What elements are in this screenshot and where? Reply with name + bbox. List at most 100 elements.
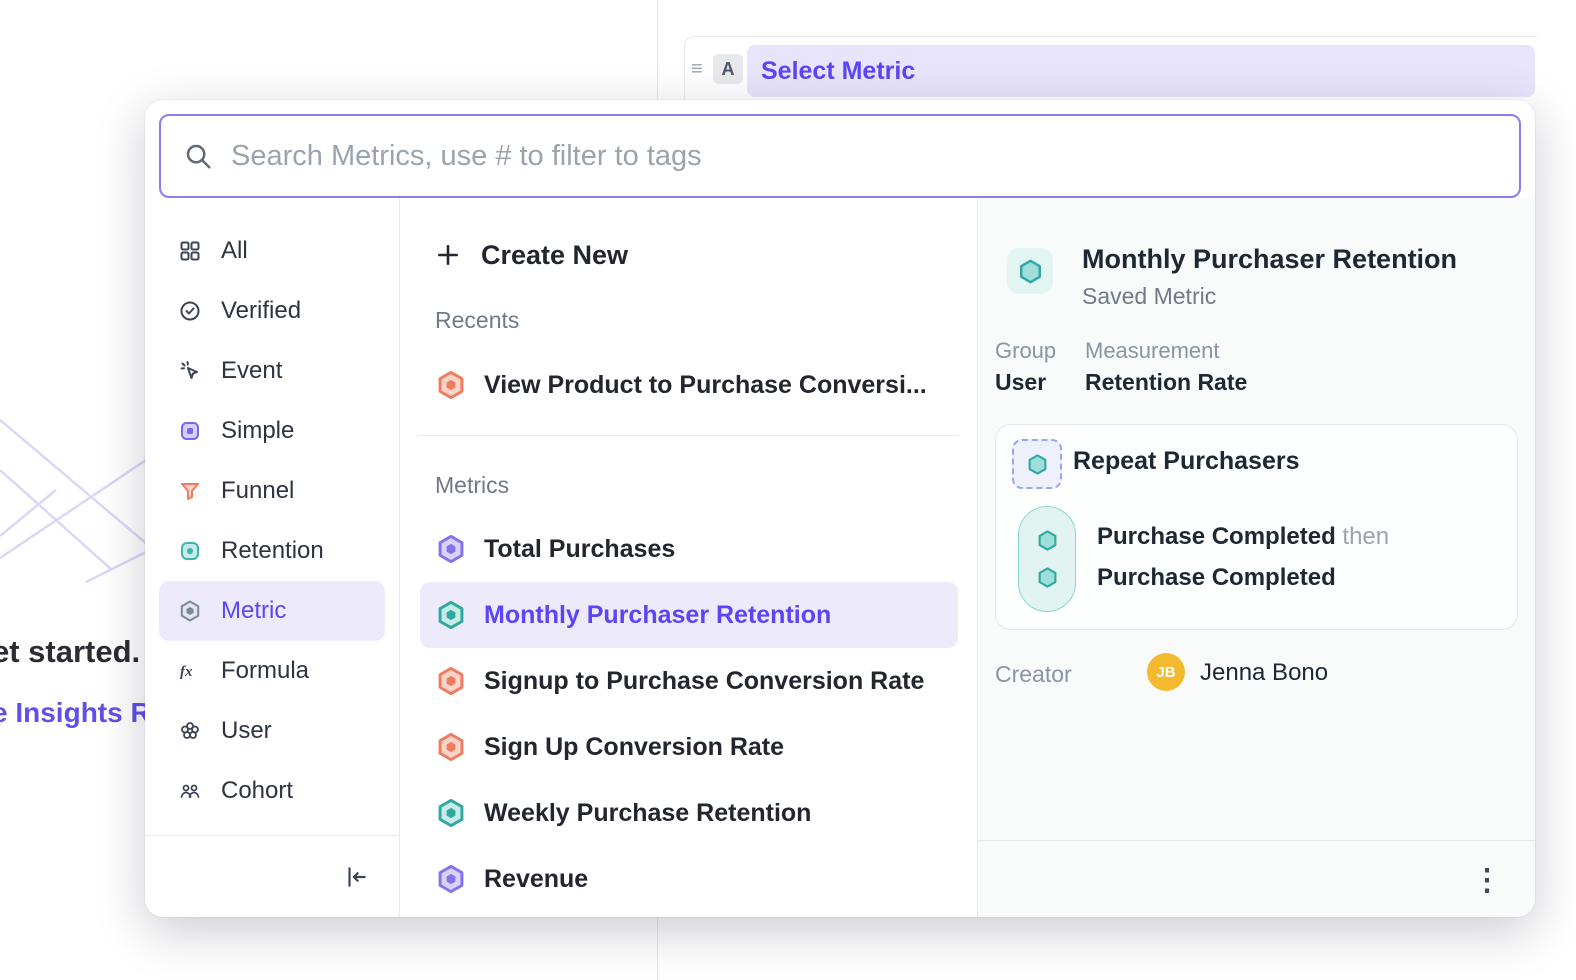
step-2-event: Purchase Completed: [1097, 564, 1336, 591]
metric-item-monthly-purchaser-retention[interactable]: Monthly Purchaser Retention: [420, 582, 958, 648]
preview-footer: ⋮: [978, 840, 1535, 917]
list-divider: [418, 435, 959, 436]
creator-name: Jenna Bono: [1200, 658, 1328, 688]
group-label: Group: [995, 338, 1056, 364]
metric-preview-panel: Monthly Purchaser Retention Saved Metric…: [978, 198, 1535, 917]
user-flower-icon: [177, 718, 203, 744]
cohort-people-icon: [177, 778, 203, 804]
create-new-label: Create New: [481, 240, 628, 271]
retention-metric-hexagon-icon: [435, 797, 467, 829]
sidebar-item-label: Cohort: [221, 777, 293, 805]
funnel-metric-hexagon-icon: [435, 665, 467, 697]
retention-metric-hexagon-icon: [1007, 248, 1053, 294]
sidebar-footer: [145, 835, 399, 917]
sidebar-item-label: Retention: [221, 537, 324, 565]
filter-list: All Verified Event: [145, 221, 399, 821]
sidebar-item-user[interactable]: User: [159, 701, 385, 761]
metric-item-label: Sign Up Conversion Rate: [484, 733, 784, 762]
event-hexagon-icon: [1036, 566, 1059, 589]
metric-item-revenue[interactable]: Revenue: [420, 846, 958, 912]
metric-row-panel: ≡ A Select Metric: [684, 36, 1537, 100]
sidebar-item-simple[interactable]: Simple: [159, 401, 385, 461]
sidebar-item-verified[interactable]: Verified: [159, 281, 385, 341]
sidebar-item-label: User: [221, 717, 272, 745]
event-icon: [177, 358, 203, 384]
background-heading-text: et started.: [0, 634, 140, 670]
sidebar-item-label: Metric: [221, 597, 286, 625]
metric-item-label: Signup to Purchase Conversion Rate: [484, 667, 924, 696]
definition-title: Repeat Purchasers: [1073, 445, 1300, 477]
sidebar-item-label: Event: [221, 357, 282, 385]
search-bar: [159, 114, 1521, 198]
sidebar-item-cohort[interactable]: Cohort: [159, 761, 385, 821]
event-sequence-pill: [1018, 506, 1076, 612]
collapse-left-icon[interactable]: [339, 860, 373, 894]
metric-item-label: Total Purchases: [484, 535, 675, 564]
preview-subtitle: Saved Metric: [1082, 282, 1216, 310]
sidebar-item-label: All: [221, 237, 248, 265]
row-letter-badge: A: [713, 54, 743, 84]
cohort-hexagon-icon: [1012, 439, 1062, 489]
sidebar-item-formula[interactable]: fx Formula: [159, 641, 385, 701]
recent-item[interactable]: View Product to Purchase Conversi...: [420, 354, 958, 416]
sidebar-item-event[interactable]: Event: [159, 341, 385, 401]
simple-metric-hexagon-icon: [435, 533, 467, 565]
simple-icon: [177, 418, 203, 444]
create-new-button[interactable]: Create New: [435, 232, 628, 278]
retention-icon: [177, 538, 203, 564]
step-1-connector: then: [1342, 523, 1389, 550]
sidebar-item-label: Verified: [221, 297, 301, 325]
plus-icon: [435, 242, 461, 268]
filter-sidebar: All Verified Event: [145, 198, 400, 917]
metrics-header: Metrics: [435, 470, 509, 500]
search-input[interactable]: [231, 140, 1497, 173]
metric-item-label: Revenue: [484, 865, 588, 894]
sidebar-item-all[interactable]: All: [159, 221, 385, 281]
metric-definition-card: Repeat Purchasers Purchase Completed the…: [995, 424, 1518, 630]
step-1-event: Purchase Completed: [1097, 523, 1336, 550]
metric-picker-modal: All Verified Event: [145, 100, 1535, 917]
search-icon: [183, 141, 213, 171]
select-metric-button[interactable]: Select Metric: [747, 45, 1535, 97]
formula-icon: fx: [177, 658, 203, 684]
event-hexagon-icon: [1036, 529, 1059, 552]
measurement-value: Retention Rate: [1085, 368, 1247, 396]
sidebar-item-funnel[interactable]: Funnel: [159, 461, 385, 521]
metric-item-weekly-purchase-retention[interactable]: Weekly Purchase Retention: [420, 780, 958, 846]
simple-metric-hexagon-icon: [435, 863, 467, 895]
verified-icon: [177, 298, 203, 324]
retention-metric-hexagon-icon: [435, 599, 467, 631]
metric-item-total-purchases[interactable]: Total Purchases: [420, 516, 958, 582]
metric-item-label: Monthly Purchaser Retention: [484, 601, 831, 630]
kebab-menu-icon[interactable]: ⋮: [1469, 861, 1505, 899]
background-link-text[interactable]: e Insights Re: [0, 697, 166, 729]
recent-item-label: View Product to Purchase Conversi...: [484, 371, 927, 400]
svg-text:fx: fx: [180, 664, 193, 680]
sidebar-item-label: Funnel: [221, 477, 294, 505]
metric-item-label: Weekly Purchase Retention: [484, 799, 811, 828]
group-value: User: [995, 368, 1046, 396]
grid-icon: [177, 238, 203, 264]
creator-label: Creator: [995, 660, 1072, 688]
measurement-label: Measurement: [1085, 338, 1220, 364]
metric-list-column: Create New Recents View Product to Purch…: [400, 198, 978, 917]
metric-hexagon-icon: [177, 598, 203, 624]
select-metric-label: Select Metric: [761, 57, 915, 86]
sidebar-item-retention[interactable]: Retention: [159, 521, 385, 581]
sidebar-item-label: Simple: [221, 417, 294, 445]
recents-header: Recents: [435, 305, 519, 335]
metric-item-signup-to-purchase-conversion-rate[interactable]: Signup to Purchase Conversion Rate: [420, 648, 958, 714]
definition-step-1: Purchase Completed then: [1097, 522, 1389, 552]
sidebar-item-label: Formula: [221, 657, 309, 685]
funnel-metric-hexagon-icon: [435, 731, 467, 763]
metric-item-sign-up-conversion-rate[interactable]: Sign Up Conversion Rate: [420, 714, 958, 780]
metric-list: Total Purchases Monthly Purchaser Retent…: [420, 516, 958, 912]
avatar: JB: [1147, 653, 1185, 691]
funnel-icon: [177, 478, 203, 504]
drag-handle-icon[interactable]: ≡: [691, 55, 703, 83]
screen: et started. e Insights Re ≡ A Select Met…: [0, 0, 1576, 980]
definition-step-2: Purchase Completed: [1097, 563, 1336, 593]
preview-title: Monthly Purchaser Retention: [1082, 242, 1457, 276]
sidebar-item-metric[interactable]: Metric: [159, 581, 385, 641]
funnel-metric-hexagon-icon: [435, 369, 467, 401]
